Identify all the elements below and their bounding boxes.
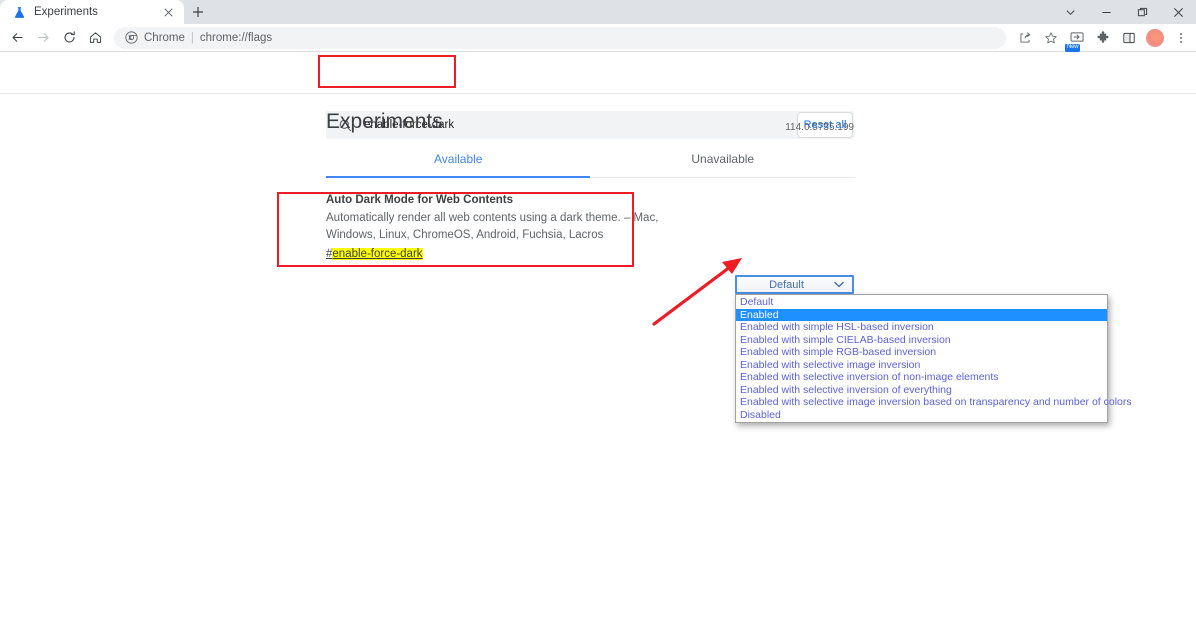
flag-id-link[interactable]: #enable-force-dark (326, 248, 423, 260)
forward-icon (30, 25, 56, 51)
window-controls (1052, 0, 1196, 24)
dropdown-option-hsl-inversion[interactable]: Enabled with simple HSL-based inversion (736, 321, 1107, 334)
flag-state-select[interactable]: Default (735, 275, 854, 294)
new-tab-button[interactable] (184, 0, 212, 24)
flag-description: Automatically render all web contents us… (326, 212, 659, 241)
close-window-button[interactable] (1160, 0, 1196, 24)
dropdown-option-rgb-inversion[interactable]: Enabled with simple RGB-based inversion (736, 346, 1107, 359)
browser-tab-title: Experiments (34, 6, 98, 18)
close-tab-icon[interactable] (160, 4, 176, 20)
chrome-menu-icon[interactable] (1168, 25, 1194, 51)
extensions-puzzle-icon[interactable] (1090, 25, 1116, 51)
reload-icon[interactable] (56, 25, 82, 51)
dropdown-option-selective-everything[interactable]: Enabled with selective inversion of ever… (736, 384, 1107, 397)
omnibox-url-text: chrome://flags (199, 31, 273, 44)
dropdown-option-cielab-inversion[interactable]: Enabled with simple CIELAB-based inversi… (736, 334, 1107, 347)
minimize-button[interactable] (1088, 0, 1124, 24)
home-icon[interactable] (82, 25, 108, 51)
tab-available-label: Available (434, 152, 483, 166)
maximize-button[interactable] (1124, 0, 1160, 24)
avatar (1146, 28, 1164, 47)
tab-available[interactable]: Available (326, 147, 591, 178)
flag-state-dropdown-list[interactable]: Default Enabled Enabled with simple HSL-… (735, 294, 1132, 423)
search-bar-region (0, 53, 1196, 94)
chrome-version-label: 114.0.5735.199 (785, 122, 854, 133)
dropdown-option-selective-transparency-colors[interactable]: Enabled with selective image inversion b… (736, 396, 1132, 409)
browser-window: Experiments Chrome | chrome://flags New … (0, 0, 1196, 638)
dropdown-option-selective-non-image-elements[interactable]: Enabled with selective inversion of non-… (736, 371, 1107, 384)
flags-tabs: Available Unavailable (326, 147, 855, 178)
browser-toolbar: Chrome | chrome://flags New (0, 24, 1196, 52)
toolbar-right-icons: New (1012, 25, 1196, 52)
tab-unavailable-label: Unavailable (691, 152, 755, 166)
dropdown-option-disabled[interactable]: Disabled (736, 409, 1107, 422)
flag-id-text: enable-force-dark (332, 248, 423, 260)
share-icon[interactable] (1012, 25, 1038, 51)
tab-unavailable[interactable]: Unavailable (591, 147, 856, 178)
flag-title: Auto Dark Mode for Web Contents (326, 194, 513, 206)
flag-entry-auto-dark-mode: Auto Dark Mode for Web Contents Automati… (326, 194, 1116, 262)
profile-avatar[interactable] (1142, 25, 1168, 51)
chrome-flags-page: Reset all Experiments 114.0.5735.199 Ava… (0, 53, 1196, 638)
bookmark-star-icon[interactable] (1038, 25, 1064, 51)
side-panel-icon[interactable] (1116, 25, 1142, 51)
flask-icon (12, 5, 26, 19)
omnibox-scheme-label: Chrome (144, 31, 185, 44)
dropdown-option-default[interactable]: Default (736, 296, 1107, 309)
chevron-down-icon (834, 279, 844, 291)
dropdown-option-enabled[interactable]: Enabled (736, 308, 1107, 321)
new-badge-label: New (1065, 43, 1081, 52)
address-bar[interactable]: Chrome | chrome://flags (114, 26, 1006, 49)
send-to-devices-icon[interactable]: New (1064, 25, 1090, 52)
chrome-logo-icon (124, 31, 138, 45)
dropdown-option-selective-image-inversion[interactable]: Enabled with selective image inversion (736, 359, 1107, 372)
back-icon[interactable] (4, 25, 30, 51)
flag-state-select-value: Default (769, 278, 804, 291)
browser-tab-experiments[interactable]: Experiments (0, 0, 184, 24)
tab-search-button[interactable] (1052, 0, 1088, 24)
tab-strip: Experiments (0, 0, 1196, 24)
omnibox-separator: | (190, 31, 194, 44)
tabs-active-indicator (326, 176, 590, 178)
